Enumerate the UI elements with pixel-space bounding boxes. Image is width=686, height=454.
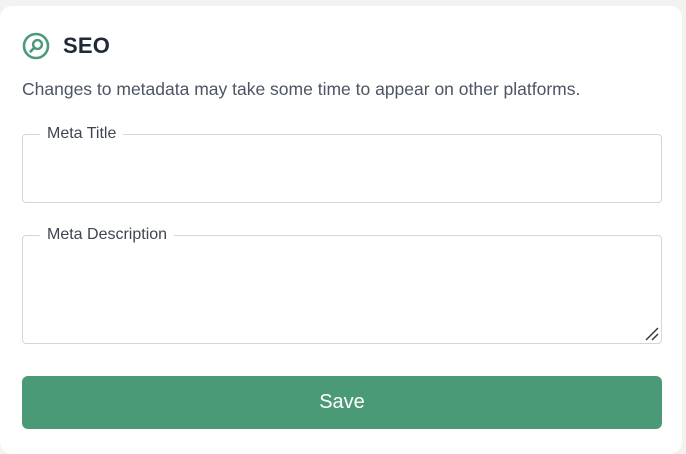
- meta-description-field[interactable]: Meta Description: [22, 226, 662, 344]
- save-button[interactable]: Save: [22, 376, 662, 429]
- card-header: SEO: [22, 32, 110, 60]
- resize-handle-icon[interactable]: [643, 325, 659, 341]
- meta-description-textarea[interactable]: [23, 236, 661, 343]
- meta-title-input[interactable]: [23, 135, 661, 202]
- search-icon: [22, 32, 50, 60]
- card-description: Changes to metadata may take some time t…: [22, 79, 581, 99]
- card-title: SEO: [63, 33, 111, 58]
- meta-title-field[interactable]: Meta Title: [22, 125, 662, 203]
